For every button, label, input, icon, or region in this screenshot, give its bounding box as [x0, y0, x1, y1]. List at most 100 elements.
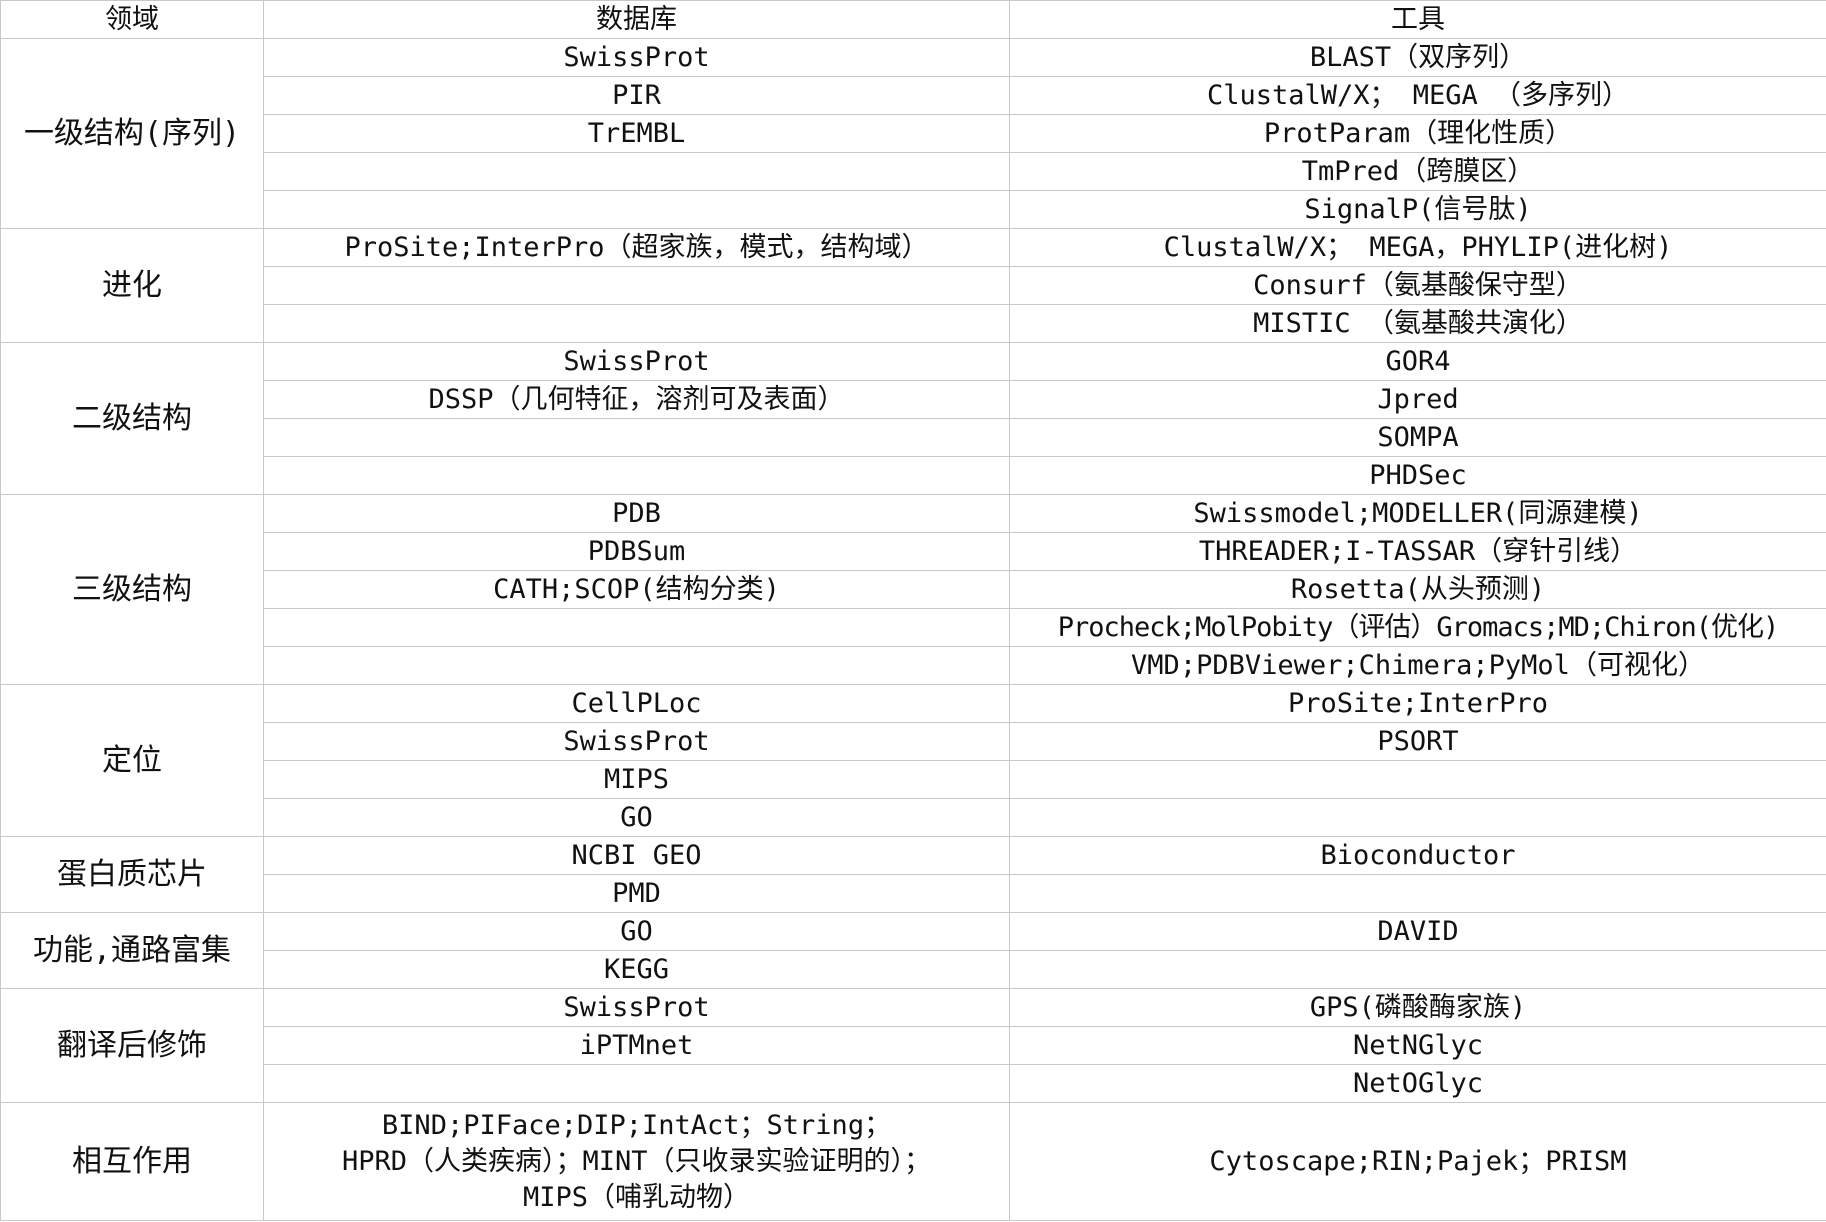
domain-cell: 翻译后修饰 [0, 988, 264, 1103]
domain-cell: 进化 [0, 228, 264, 343]
table-row: PHDSec [1, 456, 1826, 495]
tool-cell: PSORT [1009, 722, 1826, 761]
database-cell: MIPS [263, 760, 1010, 799]
tool-cell [1009, 798, 1826, 837]
database-line: HPRD（人类疾病）；MINT（只收录实验证明的）； [341, 1145, 932, 1177]
header-domain: 领域 [0, 0, 264, 39]
tool-cell: NetOGlyc [1009, 1064, 1826, 1103]
database-cell: TrEMBL [263, 114, 1010, 153]
database-cell: CATH;SCOP(结构分类) [263, 570, 1010, 609]
table-row: TmPred（跨膜区） [1, 152, 1826, 191]
tool-cell: THREADER;I-TASSAR（穿针引线） [1009, 532, 1826, 571]
table-row: Procheck;MolPobity（评估）Gromacs;MD;Chiron(… [1, 608, 1826, 647]
table-row: 二级结构 SwissProt GOR4 [0, 342, 1826, 495]
database-cell [263, 304, 1010, 343]
table-row: TrEMBL ProtParam（理化性质） [1, 114, 1826, 153]
domain-cell: 三级结构 [0, 494, 264, 685]
tool-cell: Jpred [1009, 380, 1826, 419]
tool-cell [1009, 874, 1826, 913]
database-cell: CellPLoc [263, 684, 1010, 723]
header-tool: 工具 [1009, 0, 1826, 39]
database-cell [263, 1064, 1010, 1103]
domain-cell: 功能,通路富集 [0, 912, 264, 989]
tool-cell: Swissmodel;MODELLER(同源建模) [1009, 494, 1826, 533]
database-cell: GO [263, 912, 1010, 951]
database-cell: NCBI GEO [263, 836, 1010, 875]
table-row: NetOGlyc [1, 1064, 1826, 1103]
database-cell: PDB [263, 494, 1010, 533]
table-row: 定位 CellPLoc ProSite;InterPro [0, 684, 1826, 837]
database-line: BIND;PIFace;DIP;IntAct；String； [381, 1109, 892, 1141]
database-cell: SwissProt [263, 722, 1010, 761]
table-row: KEGG [1, 950, 1826, 989]
database-cell: SwissProt [263, 988, 1010, 1027]
database-cell: PDBSum [263, 532, 1010, 571]
tool-cell: ProSite;InterPro [1009, 684, 1826, 723]
tool-cell: NetNGlyc [1009, 1026, 1826, 1065]
tool-cell: Bioconductor [1009, 836, 1826, 875]
tool-cell: Procheck;MolPobity（评估）Gromacs;MD;Chiron(… [1009, 608, 1826, 647]
domain-cell: 二级结构 [0, 342, 264, 495]
tool-cell: BLAST（双序列） [1009, 38, 1826, 77]
table-row: 进化 ProSite;InterPro（超家族，模式，结构域） ClustalW/X… [0, 228, 1826, 343]
table-row: SOMPA [1, 418, 1826, 457]
table-row: MIPS [1, 760, 1826, 799]
tool-cell: Cytoscape;RIN;Pajek；PRISM [1009, 1102, 1826, 1221]
database-cell: iPTMnet [263, 1026, 1010, 1065]
tool-cell: GOR4 [1009, 342, 1826, 381]
database-cell: PIR [263, 76, 1010, 115]
database-cell [263, 456, 1010, 495]
table-row: PDBSum THREADER;I-TASSAR（穿针引线） [1, 532, 1826, 571]
database-cell: KEGG [263, 950, 1010, 989]
database-cell [263, 646, 1010, 685]
header-row: 领域 数据库 工具 [0, 0, 1826, 39]
table-row: SwissProt PSORT [1, 722, 1826, 761]
table-row: 功能,通路富集 GO DAVID [0, 912, 1826, 989]
tool-cell: Rosetta(从头预测) [1009, 570, 1826, 609]
bioinformatics-resource-table: 领域 数据库 工具 一级结构(序列) SwissProt BLAST（双序列） PIR… [0, 0, 1826, 1221]
domain-cell: 蛋白质芯片 [0, 836, 264, 913]
table-row: 三级结构 PDB Swissmodel;MODELLER(同源建模) [0, 494, 1826, 685]
tool-cell: SOMPA [1009, 418, 1826, 457]
table-row: 蛋白质芯片 NCBI GEO Bioconductor [0, 836, 1826, 913]
tool-cell [1009, 950, 1826, 989]
table-row: 相互作用 BIND;PIFace;DIP;IntAct；String； HPRD（人… [0, 1102, 1826, 1221]
tool-cell: Consurf（氨基酸保守型） [1009, 266, 1826, 305]
tool-cell: DAVID [1009, 912, 1826, 951]
table-row: 翻译后修饰 SwissProt GPS(磷酸酶家族) [0, 988, 1826, 1103]
table-row: iPTMnet NetNGlyc [1, 1026, 1826, 1065]
table-row: MISTIC （氨基酸共演化） [1, 304, 1826, 343]
tool-cell: MISTIC （氨基酸共演化） [1009, 304, 1826, 343]
domain-cell: 一级结构(序列) [0, 38, 264, 229]
database-cell: GO [263, 798, 1010, 837]
table-row: GO [1, 798, 1826, 837]
database-cell: DSSP（几何特征，溶剂可及表面） [263, 380, 1010, 419]
table-row: PMD [1, 874, 1826, 913]
domain-cell: 定位 [0, 684, 264, 837]
database-cell [263, 152, 1010, 191]
tool-cell: ClustalW/X； MEGA，PHYLIP(进化树) [1009, 228, 1826, 267]
table-row: VMD;PDBViewer;Chimera;PyMol（可视化） [1, 646, 1826, 685]
table-row: DSSP（几何特征，溶剂可及表面） Jpred [1, 380, 1826, 419]
database-line: MIPS（哺乳动物） [522, 1181, 751, 1213]
tool-cell: ClustalW/X； MEGA （多序列） [1009, 76, 1826, 115]
database-cell: ProSite;InterPro（超家族，模式，结构域） [263, 228, 1010, 267]
database-cell: PMD [263, 874, 1010, 913]
table-row: Consurf（氨基酸保守型） [1, 266, 1826, 305]
database-cell: SwissProt [263, 38, 1010, 77]
database-cell [263, 266, 1010, 305]
database-cell [263, 418, 1010, 457]
header-database: 数据库 [263, 0, 1010, 39]
database-cell [263, 190, 1010, 229]
tool-cell [1009, 760, 1826, 799]
database-cell: BIND;PIFace;DIP;IntAct；String； HPRD（人类疾病）… [263, 1102, 1010, 1221]
domain-cell: 相互作用 [0, 1102, 264, 1221]
table-row: CATH;SCOP(结构分类) Rosetta(从头预测) [1, 570, 1826, 609]
tool-cell: GPS(磷酸酶家族) [1009, 988, 1826, 1027]
tool-cell: VMD;PDBViewer;Chimera;PyMol（可视化） [1009, 646, 1826, 685]
database-cell [263, 608, 1010, 647]
table-row: 一级结构(序列) SwissProt BLAST（双序列） [0, 38, 1826, 229]
tool-cell: TmPred（跨膜区） [1009, 152, 1826, 191]
table-body: 领域 数据库 工具 一级结构(序列) SwissProt BLAST（双序列） PIR… [0, 0, 1826, 1221]
table-row: SignalP(信号肽) [1, 190, 1826, 229]
